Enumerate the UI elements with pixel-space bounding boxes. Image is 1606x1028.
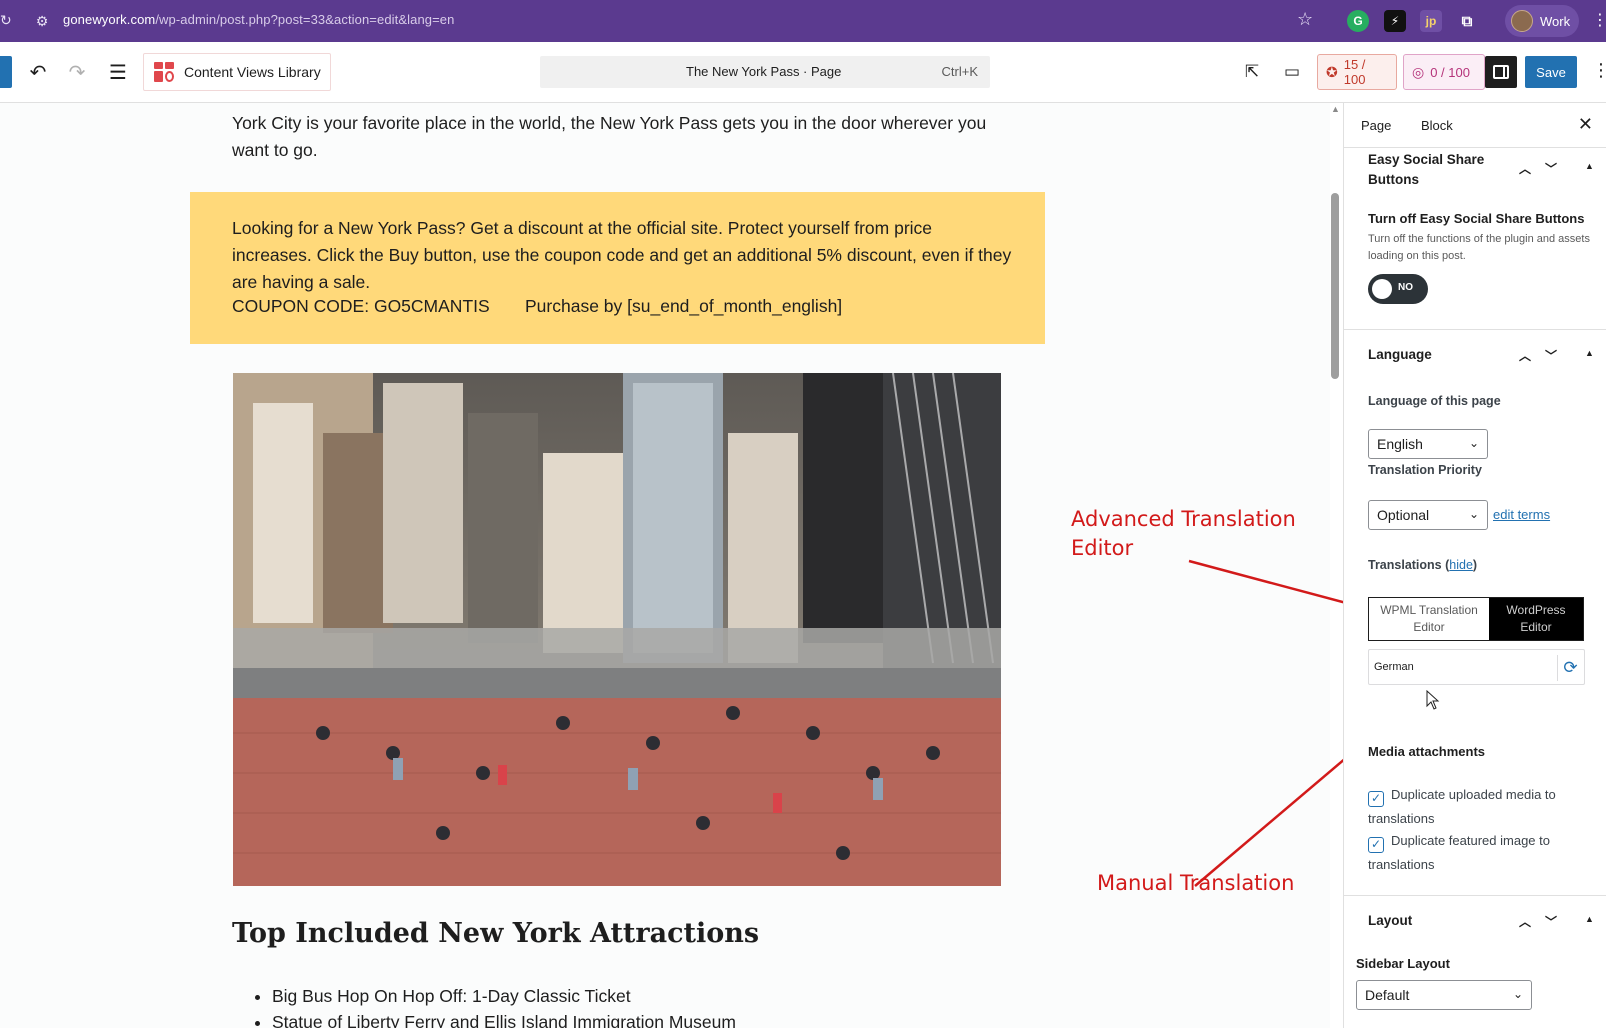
translations-label-text: Translations bbox=[1368, 558, 1442, 572]
chevron-down-icon: ⌄ bbox=[1468, 436, 1479, 450]
tab-page[interactable]: Page bbox=[1361, 118, 1391, 133]
dup-media-line2: translations bbox=[1368, 811, 1435, 826]
move-down-icon[interactable]: ﹀ bbox=[1545, 913, 1557, 930]
toggle-knob bbox=[1372, 279, 1392, 299]
move-up-icon[interactable]: ︿ bbox=[1519, 347, 1531, 364]
mouse-cursor-icon bbox=[1426, 690, 1440, 710]
toggle-label: NO bbox=[1398, 282, 1413, 293]
hide-link[interactable]: hide bbox=[1449, 558, 1473, 572]
translations-label: Translations (hide) bbox=[1368, 558, 1478, 572]
social-title-line2: Buttons bbox=[1368, 172, 1419, 187]
chevron-down-icon: ⌄ bbox=[1512, 987, 1523, 1001]
sidebar-layout-value: Default bbox=[1365, 987, 1410, 1003]
dup-featured-line2: translations bbox=[1368, 857, 1435, 872]
wp-line1: WordPress bbox=[1506, 603, 1566, 617]
sidebar-layout-select[interactable]: Default ⌄ bbox=[1356, 980, 1532, 1010]
collapse-triangle-icon[interactable]: ▲ bbox=[1585, 914, 1594, 924]
priority-select-value: Optional bbox=[1377, 507, 1430, 523]
collapse-triangle-icon[interactable]: ▲ bbox=[1585, 348, 1594, 358]
social-toggle-title: Turn off Easy Social Share Buttons bbox=[1368, 211, 1585, 226]
wp-line2: Editor bbox=[1520, 620, 1552, 634]
social-share-section-title[interactable]: Easy Social Share Buttons bbox=[1368, 150, 1484, 190]
sync-refresh-icon[interactable]: ⟳ bbox=[1557, 655, 1583, 681]
chevron-down-icon: ⌄ bbox=[1468, 507, 1479, 521]
language-select-value: English bbox=[1377, 436, 1423, 452]
editor-scrollbar-thumb[interactable] bbox=[1331, 193, 1339, 379]
move-up-icon[interactable]: ︿ bbox=[1519, 913, 1531, 930]
dup-featured-line1: Duplicate featured image to bbox=[1391, 833, 1550, 848]
translation-language-name: German bbox=[1374, 661, 1414, 673]
close-icon[interactable]: ✕ bbox=[1578, 114, 1593, 135]
translation-editor-switch: WPML Translation Editor WordPress Editor bbox=[1368, 597, 1584, 641]
language-section-title[interactable]: Language bbox=[1368, 345, 1432, 365]
media-attachments-title: Media attachments bbox=[1368, 744, 1486, 759]
social-help-text: Turn off the functions of the plugin and… bbox=[1368, 233, 1590, 262]
wpml-translation-editor-option[interactable]: WPML Translation Editor bbox=[1369, 598, 1489, 640]
translation-priority-label: Translation Priority bbox=[1368, 463, 1482, 477]
sidebar-layout-label: Sidebar Layout bbox=[1356, 956, 1450, 971]
duplicate-media-checkbox[interactable]: ✓ bbox=[1368, 791, 1384, 807]
duplicate-media-checkbox-row[interactable]: ✓ Duplicate uploaded media to translation… bbox=[1368, 783, 1556, 830]
duplicate-featured-checkbox[interactable]: ✓ bbox=[1368, 837, 1384, 853]
wpml-line1: WPML Translation bbox=[1380, 603, 1478, 617]
tab-block[interactable]: Block bbox=[1421, 118, 1453, 133]
language-select[interactable]: English ⌄ bbox=[1368, 429, 1488, 459]
social-title-line1: Easy Social Share bbox=[1368, 152, 1485, 167]
layout-section-title[interactable]: Layout bbox=[1368, 911, 1412, 931]
edit-terms-link[interactable]: edit terms bbox=[1493, 507, 1550, 522]
translation-row-german[interactable]: German ⟳ bbox=[1368, 649, 1585, 685]
divider bbox=[1344, 329, 1606, 330]
translation-priority-select[interactable]: Optional ⌄ bbox=[1368, 500, 1488, 530]
social-toggle-switch[interactable]: NO bbox=[1368, 274, 1428, 304]
move-down-icon[interactable]: ﹀ bbox=[1545, 160, 1557, 177]
sidebar-tabs: Page Block ✕ bbox=[1344, 103, 1606, 148]
dup-media-line1: Duplicate uploaded media to bbox=[1391, 787, 1556, 802]
collapse-triangle-icon[interactable]: ▲ bbox=[1585, 161, 1594, 171]
move-up-icon[interactable]: ︿ bbox=[1519, 160, 1531, 177]
wordpress-editor-option[interactable]: WordPress Editor bbox=[1489, 598, 1583, 640]
move-down-icon[interactable]: ﹀ bbox=[1545, 347, 1557, 364]
language-of-page-label: Language of this page bbox=[1368, 394, 1501, 408]
scroll-up-arrow-icon[interactable]: ▲ bbox=[1331, 104, 1340, 114]
divider bbox=[1344, 895, 1606, 896]
wpml-line2: Editor bbox=[1413, 620, 1445, 634]
duplicate-featured-checkbox-row[interactable]: ✓ Duplicate featured image to translation… bbox=[1368, 829, 1550, 876]
settings-sidebar: Page Block ✕ Easy Social Share Buttons ︿… bbox=[1343, 103, 1606, 1028]
